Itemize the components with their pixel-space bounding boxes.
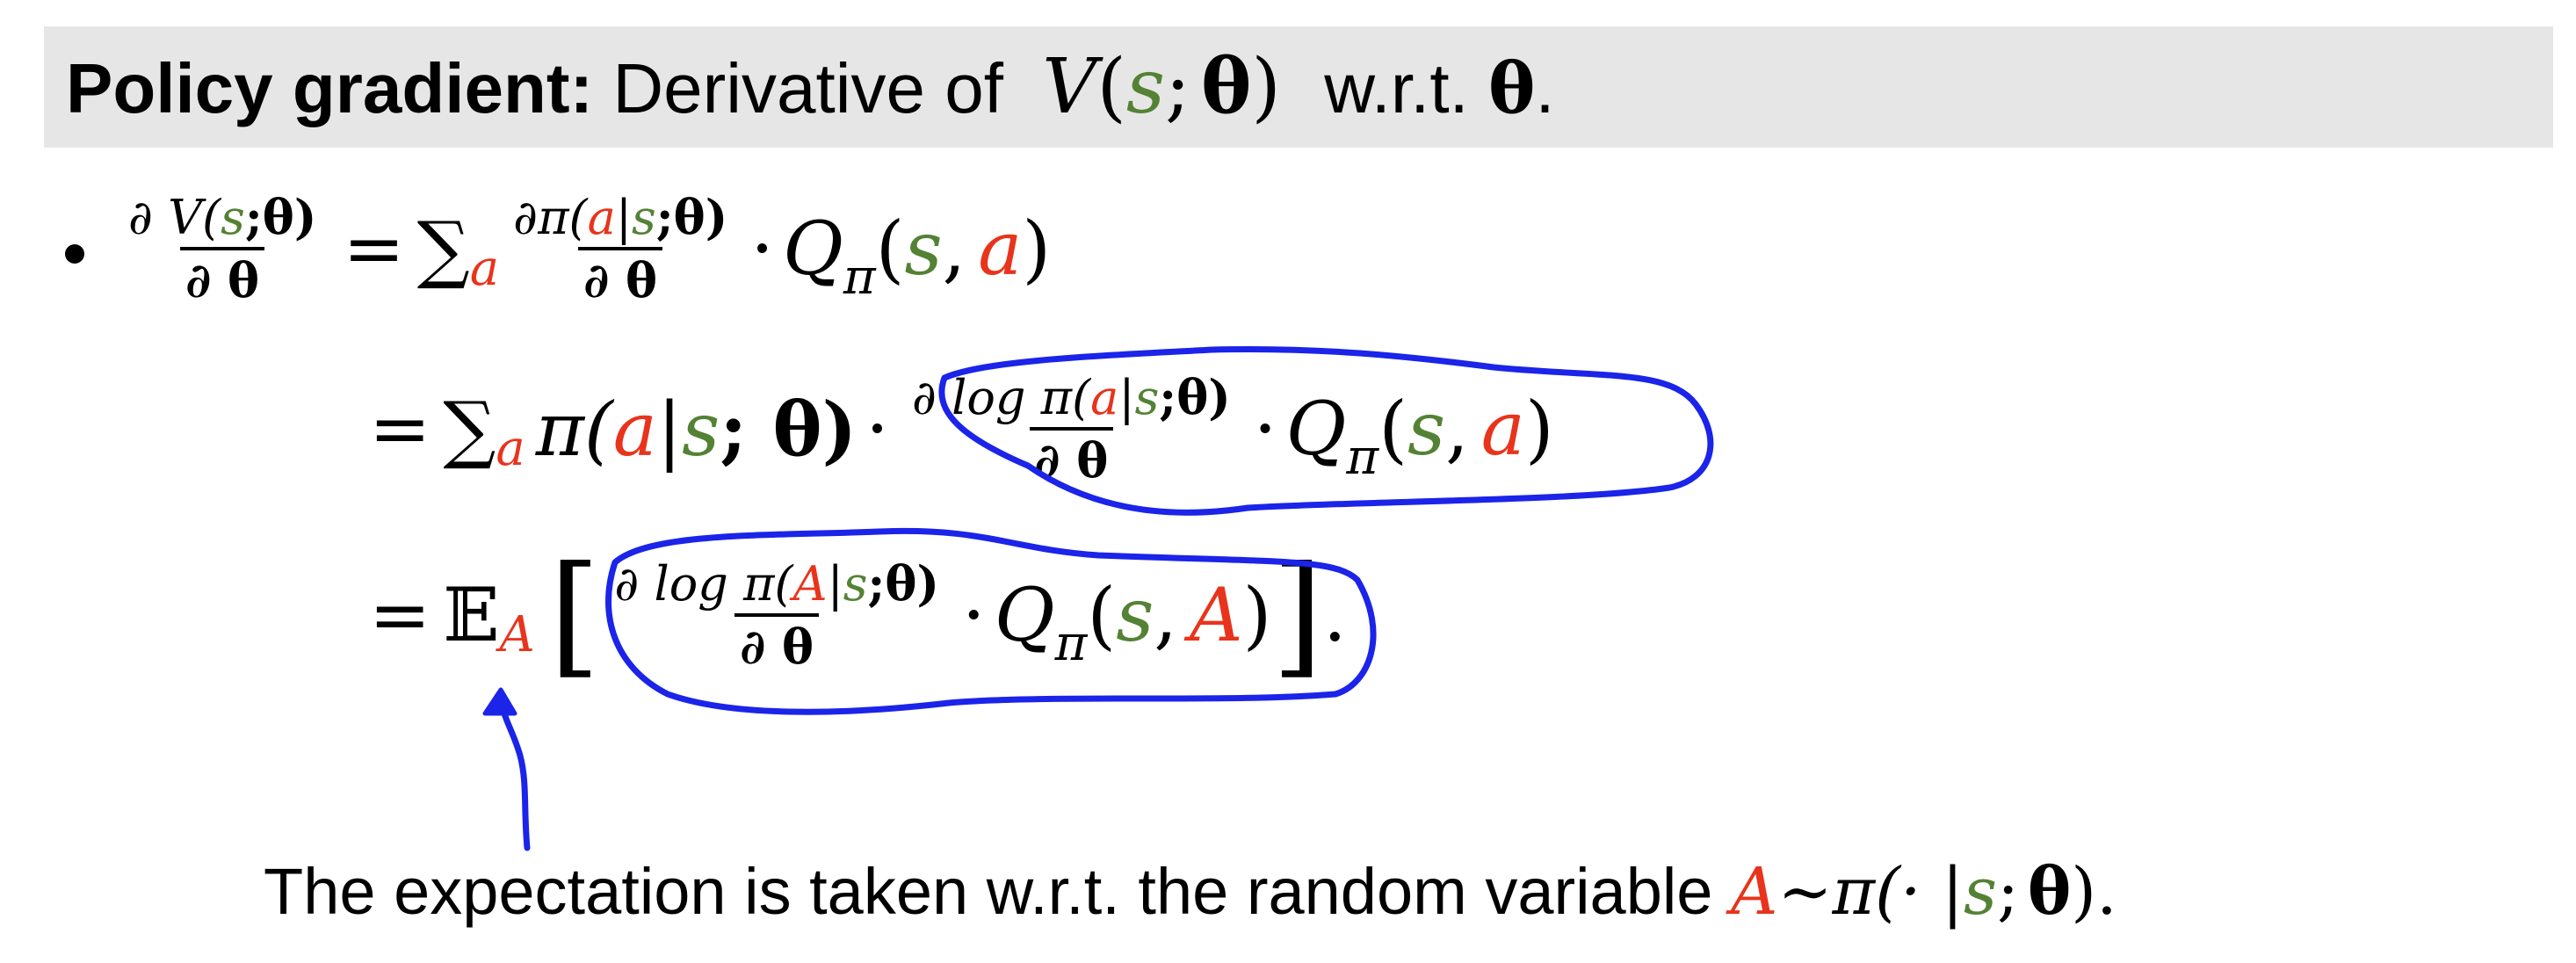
caption-rv: A <box>1731 854 1778 930</box>
caption-text: The expectation is taken w.r.t. the rand… <box>264 855 1713 928</box>
arrow-head <box>482 687 517 716</box>
highlight-loop-line-3 <box>605 527 1377 715</box>
caption: The expectation is taken w.r.t. the rand… <box>264 848 2117 936</box>
caption-dist: ∼π(· |s; θ). <box>1777 854 2117 930</box>
arrow-shaft <box>499 704 531 851</box>
highlight-loop-line-2 <box>938 345 1714 516</box>
annotation-overlay <box>482 345 1714 851</box>
